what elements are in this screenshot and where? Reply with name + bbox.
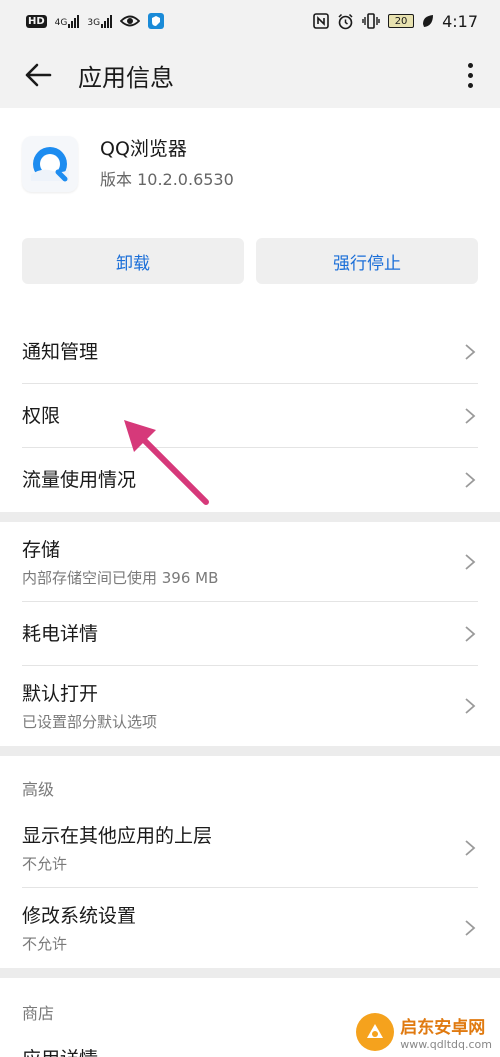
eye-icon (120, 14, 141, 28)
row-notification-management[interactable]: 通知管理 (0, 320, 500, 384)
section-advanced: 显示在其他应用的上层 不允许 修改系统设置 不允许 (0, 808, 500, 968)
watermark-logo-icon (356, 1013, 395, 1051)
row-storage[interactable]: 存储 内部存储空间已使用 396 MB (0, 522, 500, 602)
chevron-right-icon (465, 626, 476, 642)
app-name: QQ浏览器 (100, 138, 187, 160)
app-meta: QQ浏览器 版本 10.2.0.6530 (100, 136, 234, 190)
signal-4g-label: 4G (54, 18, 68, 28)
status-bar-right: 20 4:17 (313, 12, 478, 31)
row-subtitle: 已设置部分默认选项 (22, 712, 158, 731)
clock-time: 4:17 (442, 11, 478, 31)
leaf-icon (422, 14, 434, 28)
section-label-advanced: 高级 (22, 780, 55, 799)
uninstall-button[interactable]: 卸载 (22, 238, 244, 284)
battery-icon: 20 (388, 14, 415, 28)
vibrate-icon (362, 13, 380, 29)
row-battery-details[interactable]: 耗电详情 (0, 602, 500, 666)
more-dot-icon (467, 62, 473, 68)
watermark-url: www.qdltdq.com (400, 1038, 492, 1051)
row-title: 权限 (22, 405, 61, 427)
section-separator (0, 746, 500, 756)
section-separator (0, 512, 500, 522)
row-subtitle: 不允许 (22, 934, 68, 953)
qq-browser-app-icon (22, 136, 78, 192)
chevron-right-icon (465, 920, 476, 936)
app-header: QQ浏览器 版本 10.2.0.6530 (0, 108, 500, 228)
app-bar: 应用信息 (0, 42, 500, 108)
row-title: 通知管理 (22, 341, 99, 363)
row-permissions[interactable]: 权限 (0, 384, 500, 448)
section-label-store: 商店 (22, 1004, 55, 1023)
row-subtitle: 内部存储空间已使用 396 MB (22, 568, 219, 587)
action-buttons: 卸载 强行停止 (22, 238, 478, 284)
chevron-right-icon (465, 408, 476, 424)
page-title: 应用信息 (78, 63, 174, 92)
nfc-icon (313, 13, 329, 29)
alarm-icon (337, 13, 354, 30)
row-modify-system-settings[interactable]: 修改系统设置 不允许 (0, 888, 500, 968)
row-title: 显示在其他应用的上层 (22, 824, 213, 847)
more-dot-icon (467, 72, 473, 78)
chevron-right-icon (465, 698, 476, 714)
back-arrow-icon (25, 63, 52, 87)
watermark: 启东安卓网 www.qdltdq.com (356, 1013, 492, 1051)
section-storage: 存储 内部存储空间已使用 396 MB 耗电详情 默认打开 已设置部分默认选项 (0, 522, 500, 746)
row-app-details-partial[interactable]: 应用详情 (22, 1044, 98, 1057)
force-stop-button[interactable]: 强行停止 (256, 238, 478, 284)
hd-icon: HD (26, 14, 47, 28)
more-dot-icon (467, 82, 473, 88)
more-options-button[interactable] (440, 42, 500, 108)
status-bar-left: HD 4G 3G (26, 13, 165, 29)
row-data-usage[interactable]: 流量使用情况 (0, 448, 500, 512)
row-title: 流量使用情况 (22, 469, 137, 491)
watermark-name: 启东安卓网 (400, 1018, 486, 1038)
app-version: 版本 10.2.0.6530 (100, 170, 234, 189)
section-general: 通知管理 权限 流量使用情况 (0, 320, 500, 512)
row-subtitle: 不允许 (22, 854, 68, 873)
row-display-over-other-apps[interactable]: 显示在其他应用的上层 不允许 (0, 808, 500, 888)
chevron-right-icon (465, 344, 476, 360)
row-open-by-default[interactable]: 默认打开 已设置部分默认选项 (0, 666, 500, 746)
chevron-right-icon (465, 554, 476, 570)
row-title: 修改系统设置 (22, 904, 137, 927)
back-button[interactable] (0, 42, 76, 108)
chevron-right-icon (465, 840, 476, 856)
status-bar: HD 4G 3G 20 4:17 (0, 0, 500, 42)
chevron-right-icon (465, 472, 476, 488)
signal-3g-icon: 3G (87, 14, 113, 28)
signal-3g-label: 3G (87, 18, 101, 28)
row-title: 存储 (22, 538, 61, 561)
section-separator (0, 968, 500, 978)
shield-app-icon (148, 13, 165, 29)
row-title: 耗电详情 (22, 623, 99, 645)
signal-4g-icon: 4G (55, 14, 80, 28)
row-title: 默认打开 (22, 682, 99, 705)
